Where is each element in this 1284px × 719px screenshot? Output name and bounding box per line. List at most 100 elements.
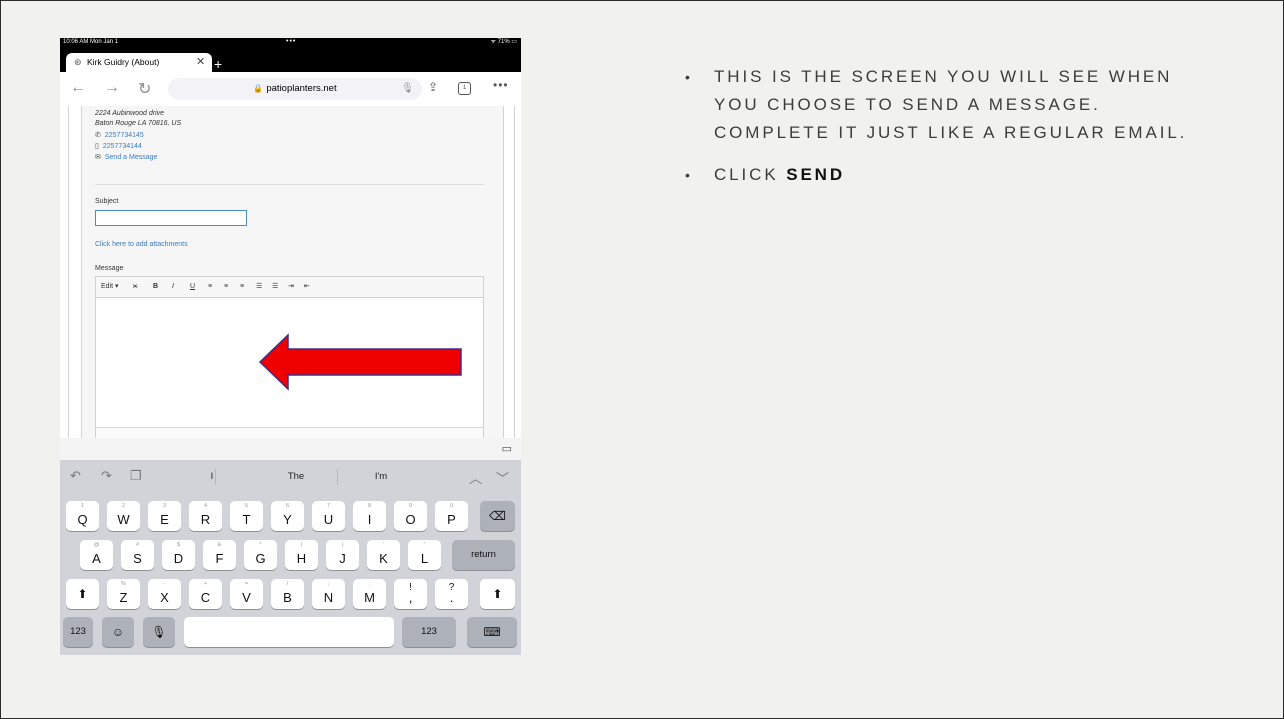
keyboard-card-icon[interactable]: ▭ [502, 442, 512, 455]
multitasking-dots[interactable]: ••• [286, 38, 296, 46]
key-label: O [405, 512, 416, 527]
key-z[interactable]: % Z [107, 579, 140, 609]
key-b[interactable]: / B [271, 579, 304, 609]
send-message-link[interactable]: ✉ Send a Message [95, 153, 157, 161]
new-tab-button[interactable]: + [214, 56, 222, 72]
key-t[interactable]: 5T [230, 501, 263, 531]
delete-key[interactable]: ⌫ [480, 501, 515, 531]
subject-input[interactable] [95, 210, 247, 226]
key-hint: 8 [367, 503, 372, 509]
key-hint: 7 [326, 503, 331, 509]
key-l[interactable]: " L [408, 540, 441, 570]
reload-icon[interactable]: ↻ [138, 79, 151, 99]
align-center-icon[interactable]: ≡ [224, 281, 228, 293]
key-d[interactable]: $ D [162, 540, 195, 570]
key-j[interactable]: ) J [326, 540, 359, 570]
key-p[interactable]: 0P [435, 501, 468, 531]
mobile-link[interactable]: ▯ 2257734144 [95, 142, 142, 150]
tab-count-icon[interactable]: 1 [458, 82, 471, 95]
key-hint: @ [93, 542, 100, 548]
paste-icon[interactable]: ❐ [130, 468, 142, 484]
edit-menu-button[interactable]: Edit ▾ [101, 281, 119, 293]
key-period[interactable]: ?. [435, 579, 468, 609]
tab-bar: ⊛ Kirk Guidry (About) ✕ + [60, 47, 521, 72]
key-v[interactable]: = V [230, 579, 263, 609]
key-label: P [447, 512, 456, 527]
shift-key-right[interactable]: ⬆ [480, 579, 515, 609]
clear-format-icon[interactable]: ⨯̶ [132, 281, 138, 293]
key-label: Z [119, 590, 128, 605]
key-w[interactable]: 2W [107, 501, 140, 531]
suggestion-separator [337, 469, 338, 485]
emoji-key[interactable]: ☺ [102, 617, 134, 647]
address-line-1: 2224 Aubinwood drive [95, 110, 165, 117]
key-g[interactable]: * G [244, 540, 277, 570]
instruction-list: • THIS IS THE SCREEN YOU WILL SEE WHEN YO… [685, 63, 1205, 203]
microphone-icon[interactable]: 🎙 [401, 78, 414, 100]
page-border-left [68, 106, 69, 438]
key-y[interactable]: 6Y [271, 501, 304, 531]
key-hint: 1 [80, 503, 85, 509]
key-x[interactable]: -X [148, 579, 181, 609]
italic-icon[interactable]: I [172, 281, 174, 293]
back-icon[interactable]: ← [70, 79, 86, 97]
outdent-icon[interactable]: ⇤ [304, 281, 310, 293]
numbers-key-right[interactable]: 123 [402, 617, 456, 647]
return-key[interactable]: return [452, 540, 515, 570]
align-right-icon[interactable]: ≡ [240, 281, 244, 293]
key-s[interactable]: # S [121, 540, 154, 570]
bold-icon[interactable]: B [153, 281, 158, 293]
phone-link[interactable]: ✆ 2257734145 [95, 131, 144, 139]
key-i[interactable]: 8I [353, 501, 386, 531]
align-left-icon[interactable]: ≡ [208, 281, 212, 293]
forward-icon[interactable]: → [104, 79, 120, 97]
key-u[interactable]: 7U [312, 501, 345, 531]
previous-field-icon[interactable]: ︿ [469, 468, 482, 487]
key-a[interactable]: @ A [80, 540, 113, 570]
key-hint: 2 [121, 503, 126, 509]
address-bar[interactable]: 🔒 patioplanters.net 🎙 [168, 78, 422, 100]
close-tab-icon[interactable]: ✕ [196, 53, 205, 72]
space-bar[interactable] [184, 617, 394, 647]
indent-icon[interactable]: ⇥ [288, 281, 294, 293]
dictation-key[interactable]: 🎙 [143, 617, 175, 647]
key-r[interactable]: 4R [189, 501, 222, 531]
key-hint: ( [300, 542, 303, 548]
key-hint: + [203, 581, 208, 587]
key-hint: / [286, 581, 289, 587]
key-hint: " [423, 542, 426, 548]
key-o[interactable]: 9O [394, 501, 427, 531]
key-f[interactable]: & F [203, 540, 236, 570]
bullet-list-icon[interactable]: ☰ [256, 281, 262, 293]
redo-icon[interactable]: ↷ [101, 468, 112, 484]
key-q[interactable]: 1Q [66, 501, 99, 531]
numbers-key-left[interactable]: 123 [63, 617, 93, 647]
browser-tab[interactable]: ⊛ Kirk Guidry (About) ✕ [66, 53, 212, 72]
hide-keyboard-key[interactable]: ⌨ [467, 617, 517, 647]
numbered-list-icon[interactable]: ☰ [272, 281, 278, 293]
key-m[interactable]: :M [353, 579, 386, 609]
share-icon[interactable]: ⇪ [428, 80, 438, 94]
key-h[interactable]: (H [285, 540, 318, 570]
key-comma[interactable]: !, [394, 579, 427, 609]
slide: 10:06 AM Mon Jan 1 ••• ᯤ 71% ▭ ⊛ Kirk Gu… [0, 0, 1284, 719]
shift-key-left[interactable]: ⬆ [66, 579, 99, 609]
suggestion-3[interactable]: I'm [341, 471, 421, 482]
more-options-icon[interactable]: ••• [493, 78, 509, 92]
globe-icon: ⊛ [74, 57, 82, 67]
key-c[interactable]: + C [189, 579, 222, 609]
key-e[interactable]: 3E [148, 501, 181, 531]
key-hint: 9 [408, 503, 413, 509]
next-field-icon[interactable]: ﹀ [496, 468, 509, 487]
key-k[interactable]: ' K [367, 540, 400, 570]
key-n[interactable]: ; N [312, 579, 345, 609]
mobile-icon: ▯ [95, 143, 99, 150]
add-attachments-link[interactable]: Click here to add attachments [95, 241, 188, 248]
suggestion-2[interactable]: The [256, 471, 336, 482]
undo-icon[interactable]: ↶ [70, 468, 81, 484]
key-hint: & [217, 542, 222, 548]
key-label: W [117, 512, 130, 527]
suggestion-1[interactable]: I [172, 471, 252, 482]
address-line-2: Baton Rouge LA 70816, US [95, 120, 182, 127]
underline-icon[interactable]: U [190, 281, 195, 293]
